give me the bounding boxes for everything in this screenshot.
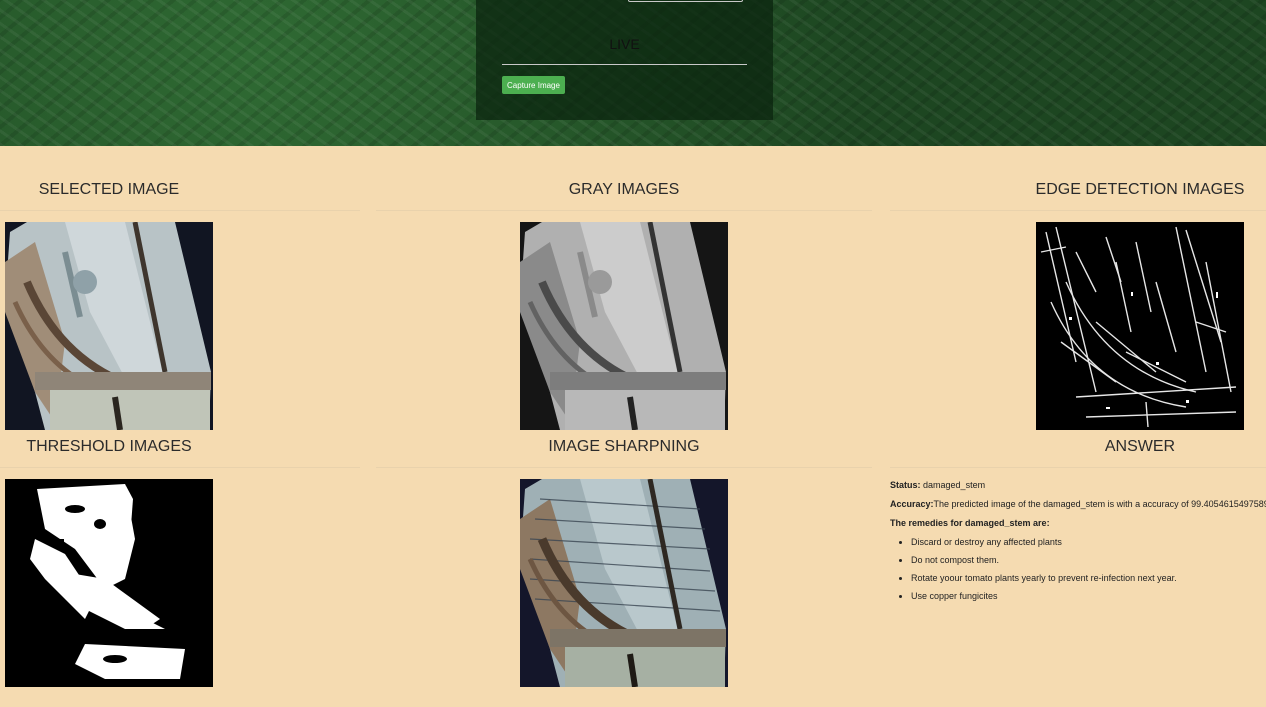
status-line: Status: damaged_stem	[890, 480, 1266, 490]
status-value: damaged_stem	[923, 480, 986, 490]
divider	[890, 210, 1266, 211]
live-label: LIVE	[609, 36, 640, 52]
divider	[0, 467, 360, 468]
divider	[0, 210, 360, 211]
gray-images-heading: GRAY IMAGES	[568, 181, 680, 198]
threshold-image	[5, 479, 213, 687]
threshold-images-heading: THRESHOLD IMAGES	[26, 438, 192, 455]
list-item: Do not compost them.	[911, 555, 1266, 565]
sharpened-image	[520, 479, 728, 687]
edge-detection-image	[1036, 222, 1244, 430]
remedies-heading: The remedies for damaged_stem are:	[890, 518, 1050, 528]
accuracy-label: Accuracy:	[890, 499, 934, 509]
header-banner: LIVE Capture Image	[0, 0, 1266, 146]
divider	[376, 467, 872, 468]
accuracy-line: Accuracy:The predicted image of the dama…	[890, 499, 1266, 509]
remedies-list: Discard or destroy any affected plants D…	[911, 537, 1266, 601]
list-item: Use copper fungicites	[911, 591, 1266, 601]
list-item: Rotate yoour tomato plants yearly to pre…	[911, 573, 1266, 583]
answer-panel: Status: damaged_stem Accuracy:The predic…	[890, 480, 1266, 609]
divider	[376, 210, 872, 211]
gray-image	[520, 222, 728, 430]
status-label: Status:	[890, 480, 921, 490]
list-item: Discard or destroy any affected plants	[911, 537, 1266, 547]
divider	[890, 467, 1266, 468]
answer-heading: ANSWER	[1104, 438, 1176, 455]
selected-image	[5, 222, 213, 430]
camera-panel: LIVE Capture Image	[476, 0, 773, 120]
selected-image-heading: SELECTED IMAGE	[38, 181, 180, 198]
live-divider	[502, 64, 747, 65]
edge-detection-heading: EDGE DETECTION IMAGES	[1035, 181, 1245, 198]
capture-image-button[interactable]: Capture Image	[502, 76, 565, 94]
image-sharpening-heading: IMAGE SHARPNING	[548, 438, 700, 455]
accuracy-text: The predicted image of the damaged_stem …	[933, 499, 1266, 509]
camera-select[interactable]	[628, 0, 743, 2]
